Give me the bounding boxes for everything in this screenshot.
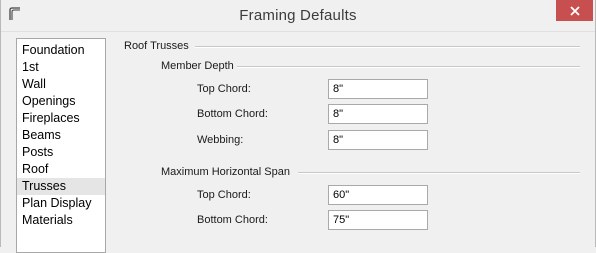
category-item-openings[interactable]: Openings xyxy=(17,93,105,110)
window-title: Framing Defaults xyxy=(239,7,357,24)
group-title-member-depth: Member Depth xyxy=(161,60,234,72)
group-title-max-horizontal-span: Maximum Horizontal Span xyxy=(161,166,290,178)
section-title-roof-trusses: Roof Trusses xyxy=(124,40,189,52)
webbing-depth-label: Webbing: xyxy=(197,134,244,146)
title-bar: Framing Defaults xyxy=(1,0,595,32)
category-item-plan-display[interactable]: Plan Display xyxy=(17,195,105,212)
bottom-chord-span-label: Bottom Chord: xyxy=(197,214,268,226)
category-item-1st[interactable]: 1st xyxy=(17,59,105,76)
separator xyxy=(195,46,580,48)
close-icon xyxy=(569,5,580,16)
separator xyxy=(298,172,580,174)
top-chord-depth-label: Top Chord: xyxy=(197,83,251,95)
category-item-trusses[interactable]: Trusses xyxy=(17,178,105,195)
bottom-chord-span-input[interactable] xyxy=(328,210,428,230)
webbing-depth-input[interactable] xyxy=(328,130,428,150)
bottom-chord-depth-label: Bottom Chord: xyxy=(197,108,268,120)
category-item-posts[interactable]: Posts xyxy=(17,144,105,161)
close-button[interactable] xyxy=(556,0,593,21)
top-chord-span-label: Top Chord: xyxy=(197,189,251,201)
category-item-materials[interactable]: Materials xyxy=(17,212,105,229)
category-item-wall[interactable]: Wall xyxy=(17,76,105,93)
category-item-foundation[interactable]: Foundation xyxy=(17,42,105,59)
framing-defaults-dialog: Framing Defaults Foundation 1st Wall Ope… xyxy=(0,0,596,253)
top-chord-depth-input[interactable] xyxy=(328,79,428,99)
category-item-fireplaces[interactable]: Fireplaces xyxy=(17,110,105,127)
category-item-beams[interactable]: Beams xyxy=(17,127,105,144)
category-item-roof[interactable]: Roof xyxy=(17,161,105,178)
separator xyxy=(237,66,580,68)
bottom-chord-depth-input[interactable] xyxy=(328,104,428,124)
category-list[interactable]: Foundation 1st Wall Openings Fireplaces … xyxy=(16,38,106,253)
top-chord-span-input[interactable] xyxy=(328,185,428,205)
